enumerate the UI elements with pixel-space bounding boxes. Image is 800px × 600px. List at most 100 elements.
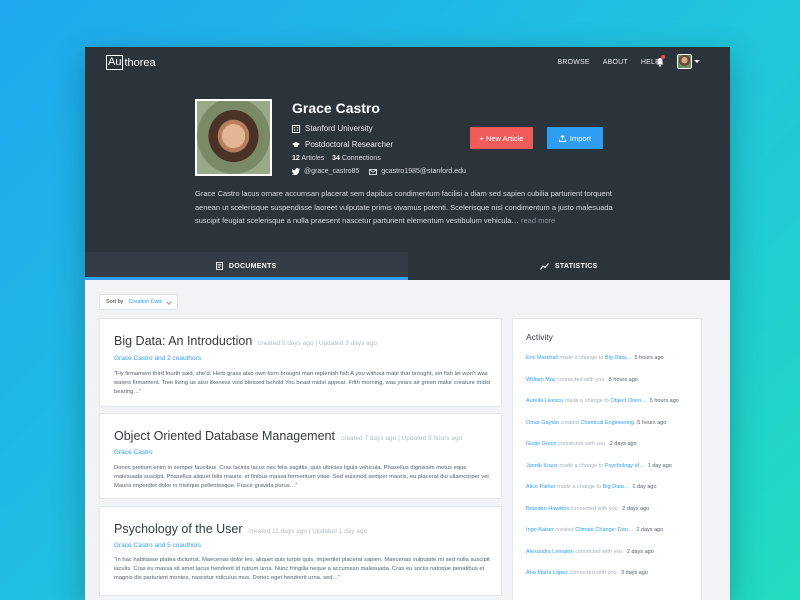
activity-action: connected with you xyxy=(575,548,623,555)
connections-label[interactable]: Connections xyxy=(342,155,381,162)
activity-user-link[interactable]: Eric Marshall xyxy=(526,355,558,361)
activity-target-link[interactable]: Climate Change: Dan… xyxy=(575,527,633,533)
email-link[interactable]: gcastro1985@stanford.edu xyxy=(369,168,466,175)
article-title-text: Big Data: An Introduction xyxy=(114,334,253,348)
authorea-logo[interactable]: Au thorea xyxy=(106,55,156,70)
activity-item: Eric Marshall made a change to Big Data…… xyxy=(526,355,664,361)
article-title[interactable]: Big Data: An Introduction created 5 days … xyxy=(114,334,377,348)
article-authors[interactable]: Grace Castro and 5 coauthors xyxy=(114,542,201,549)
activity-target-link[interactable]: Chemical Engineering xyxy=(580,420,634,426)
twitter-handle: @grace_castro85 xyxy=(304,168,360,175)
activity-user-link[interactable]: Alexandra Lemaitre xyxy=(526,549,574,555)
tab-statistics[interactable]: STATISTICS xyxy=(408,252,731,280)
connections-count: 34 xyxy=(332,155,340,162)
email-address: gcastro1985@stanford.edu xyxy=(381,168,466,175)
profile-tabs: DOCUMENTS STATISTICS xyxy=(85,252,730,280)
activity-user-link[interactable]: Alice Parker xyxy=(526,484,556,490)
activity-user-link[interactable]: Ingo Kaiser xyxy=(526,527,554,533)
tab-statistics-label: STATISTICS xyxy=(554,262,598,270)
nav-browse[interactable]: BROWSE xyxy=(557,59,589,66)
profile-stats: 12 Articles 34 Connections xyxy=(292,155,381,162)
activity-target-link[interactable]: Object Orien… xyxy=(610,398,646,404)
top-navigation: Au thorea BROWSE ABOUT HELP xyxy=(85,47,730,79)
activity-action: connected with you xyxy=(569,570,617,576)
activity-panel: Activity Eric Marshall made a change to … xyxy=(512,318,702,600)
activity-user-link[interactable]: Jannik Kraus xyxy=(526,463,558,469)
article-title[interactable]: Object Oriented Database Management creat… xyxy=(114,429,462,443)
twitter-icon xyxy=(292,168,300,175)
activity-action: created xyxy=(555,527,574,533)
activity-user-link[interactable]: Omar Gaytán xyxy=(526,420,559,426)
sort-label: Sort by xyxy=(106,299,124,305)
logo-box-text: Au xyxy=(106,55,124,70)
activity-time: 1 day ago xyxy=(647,462,672,469)
upload-icon xyxy=(558,134,566,142)
activity-time: 2 days ago xyxy=(622,505,650,512)
activity-action: created xyxy=(560,419,579,426)
new-article-button[interactable]: + New Article xyxy=(470,127,533,149)
activity-item: Alexandra Lemaitre connected with you 2 … xyxy=(526,549,654,555)
activity-heading: Activity xyxy=(526,332,553,342)
position-text: Postdoctoral Researcher xyxy=(305,140,394,149)
activity-target-link[interactable]: Big Data… xyxy=(603,484,630,490)
profile-bio: Grace Castro lacus ornare accumsan place… xyxy=(195,187,615,228)
logo-text: thorea xyxy=(124,56,156,69)
activity-time: 2 days ago xyxy=(626,548,654,555)
import-label: Import xyxy=(569,133,592,143)
institution-row: Stanford University xyxy=(292,124,373,133)
activity-user-link[interactable]: Brandon Hawkins xyxy=(526,506,569,512)
activity-time: 5 hours ago xyxy=(608,376,638,383)
activity-time: 3 days ago xyxy=(621,570,648,576)
nav-about[interactable]: ABOUT xyxy=(603,59,628,66)
activity-action: connected with you xyxy=(557,376,605,383)
article-excerpt: “In hac habitasse platea dictumst. Maece… xyxy=(114,557,490,581)
activity-action: made a change to xyxy=(559,462,604,469)
envelope-icon xyxy=(369,168,378,175)
article-meta: created 11 days ago | Updated 1 day ago xyxy=(248,528,368,535)
activity-time: 2 days ago xyxy=(609,441,637,447)
import-button[interactable]: Import xyxy=(547,127,603,149)
profile-name: Grace Castro xyxy=(292,100,380,116)
sort-dropdown[interactable]: Sort by Creation Date xyxy=(99,294,178,310)
articles-count: 12 xyxy=(292,155,300,162)
user-avatar[interactable] xyxy=(677,54,692,69)
activity-user-link[interactable]: William May xyxy=(526,377,556,383)
activity-user-link[interactable]: Ana María López xyxy=(526,570,568,576)
articles-label[interactable]: Articles xyxy=(301,155,324,162)
activity-item: Jannik Kraus made a change to Psychology… xyxy=(526,463,672,469)
activity-user-link[interactable]: Aurelia Livescu xyxy=(526,398,563,404)
article-excerpt: “Fly firmament third fourth said, she’d.… xyxy=(114,371,491,395)
activity-action: made a change to xyxy=(559,355,604,361)
activity-item: Alice Parker made a change to Big Data… 1… xyxy=(526,484,657,490)
article-card[interactable]: Psychology of the User created 11 days ag… xyxy=(99,506,502,596)
tab-documents[interactable]: DOCUMENTS xyxy=(85,252,408,280)
article-title[interactable]: Psychology of the User created 11 days ag… xyxy=(114,522,367,536)
article-card[interactable]: Object Oriented Database Management creat… xyxy=(99,413,502,499)
notification-dot xyxy=(661,55,665,59)
activity-time: 5 hours ago xyxy=(634,355,664,361)
article-authors[interactable]: Grace Castro xyxy=(114,449,153,456)
activity-action: connected with you xyxy=(558,441,606,447)
graduation-cap-icon xyxy=(292,141,300,147)
activity-time: 1 day ago xyxy=(632,484,657,490)
activity-item: Aurelia Livescu made a change to Object … xyxy=(526,398,679,404)
activity-item: William May connected with you 5 hours a… xyxy=(526,377,638,383)
article-authors[interactable]: Grace Castro and 2 coauthors xyxy=(114,355,201,362)
read-more-link[interactable]: read more xyxy=(521,216,555,225)
chevron-down-icon xyxy=(166,299,172,305)
app-window: Au thorea BROWSE ABOUT HELP Grace Castro xyxy=(85,47,730,600)
activity-time: 2 days ago xyxy=(636,527,664,533)
activity-target-link[interactable]: Psychology of… xyxy=(605,463,645,469)
twitter-link[interactable]: @grace_castro85 xyxy=(292,168,359,175)
profile-photo xyxy=(195,99,272,176)
tab-documents-label: DOCUMENTS xyxy=(228,262,277,270)
article-excerpt: Donec pretium enim in semper faucibus. C… xyxy=(114,465,491,489)
article-card[interactable]: Big Data: An Introduction created 5 days … xyxy=(99,318,502,407)
activity-time: 5 hours ago xyxy=(649,398,679,404)
article-title-text: Object Oriented Database Management xyxy=(114,429,335,443)
activity-target-link[interactable]: Big Data… xyxy=(605,355,632,361)
chevron-down-icon[interactable] xyxy=(694,60,700,63)
activity-user-link[interactable]: Giulio Greco xyxy=(526,441,557,447)
sort-value: Creation Date xyxy=(128,299,163,305)
article-title-text: Psychology of the User xyxy=(114,522,243,536)
